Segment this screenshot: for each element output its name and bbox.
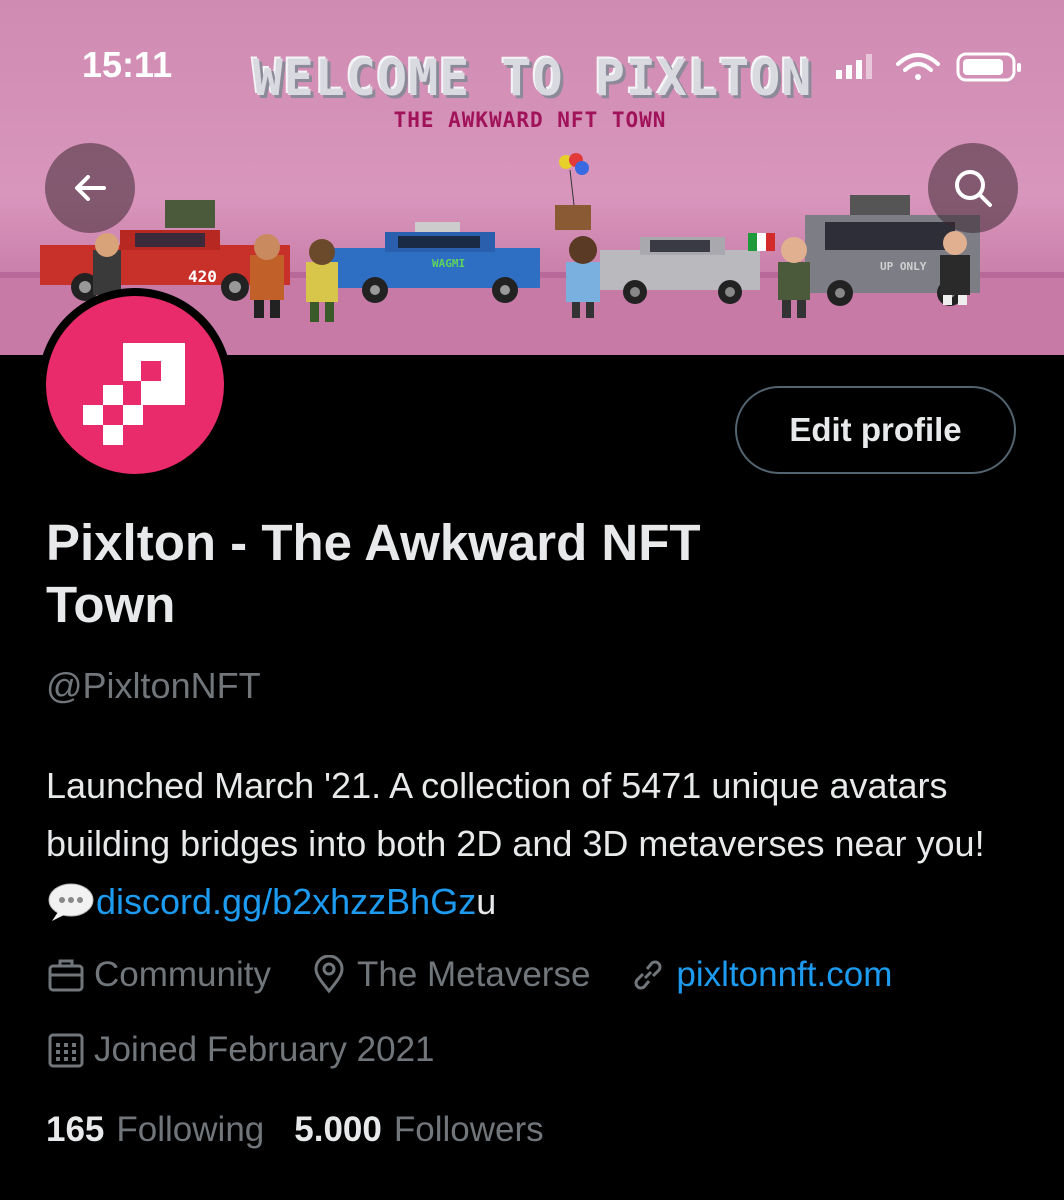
category-label: Community	[94, 955, 271, 994]
following-link[interactable]: 165 Following	[46, 1110, 264, 1150]
following-count: 165	[46, 1110, 105, 1149]
location-item: The Metaverse	[309, 955, 590, 995]
followers-count: 5.000	[294, 1110, 382, 1149]
edit-profile-button[interactable]: Edit profile	[735, 386, 1016, 474]
balloons-crate-image	[555, 153, 591, 230]
van-label-up-only: UP ONLY	[880, 260, 927, 273]
car-label-420: 420	[188, 267, 217, 286]
car-label-wagmi: WAGMI	[432, 257, 465, 270]
wifi-icon	[896, 53, 940, 80]
avatar-logo-background	[46, 296, 224, 474]
website-link[interactable]: pixltonnft.com	[676, 955, 892, 995]
profile-meta-row: Community The Metaverse pixltonnft.com	[46, 955, 930, 995]
link-icon	[634, 960, 662, 990]
profile-handle: @PixltonNFT	[46, 665, 261, 706]
follow-counts: 165 Following 5.000 Followers	[46, 1110, 574, 1150]
followers-link[interactable]: 5.000 Followers	[294, 1110, 543, 1150]
battery-icon	[956, 52, 1021, 82]
banner-title: WELCOME TO PIXLTON	[252, 49, 813, 107]
arrow-left-icon	[75, 175, 106, 201]
profile-name: Pixlton - The Awkward NFT Town	[46, 514, 701, 633]
pixlton-logo-icon	[83, 343, 185, 445]
website-item[interactable]: pixltonnft.com	[628, 955, 892, 995]
briefcase-icon	[48, 959, 84, 992]
status-time: 15:11	[82, 44, 173, 85]
status-icons	[830, 48, 1030, 88]
silver-car-image	[600, 237, 760, 304]
joined-label: Joined February 2021	[94, 1030, 435, 1069]
bio-text: Launched March '21. A collection of 5471…	[46, 765, 985, 864]
location-pin-icon	[314, 955, 344, 994]
italian-flag-image	[748, 233, 775, 251]
joined-row: Joined February 2021	[46, 1030, 435, 1070]
blue-car-image: WAGMI	[330, 222, 540, 303]
category-item: Community	[46, 955, 271, 995]
followers-label: Followers	[393, 1110, 544, 1149]
calendar-icon	[48, 1033, 84, 1068]
signal-icon	[836, 54, 872, 79]
speech-bubble-icon	[48, 883, 94, 921]
profile-bio: Launched March '21. A collection of 5471…	[46, 757, 1036, 931]
profile-avatar[interactable]	[38, 288, 232, 482]
bio-discord-link[interactable]: discord.gg/b2xhzzBhGz	[96, 881, 476, 922]
back-button[interactable]	[45, 143, 135, 233]
bio-tail: u	[476, 881, 497, 922]
banner-subtitle: THE AWKWARD NFT TOWN	[393, 108, 667, 132]
search-button[interactable]	[928, 143, 1018, 233]
search-icon	[955, 170, 992, 207]
following-label: Following	[116, 1110, 265, 1149]
location-label: The Metaverse	[356, 955, 591, 994]
